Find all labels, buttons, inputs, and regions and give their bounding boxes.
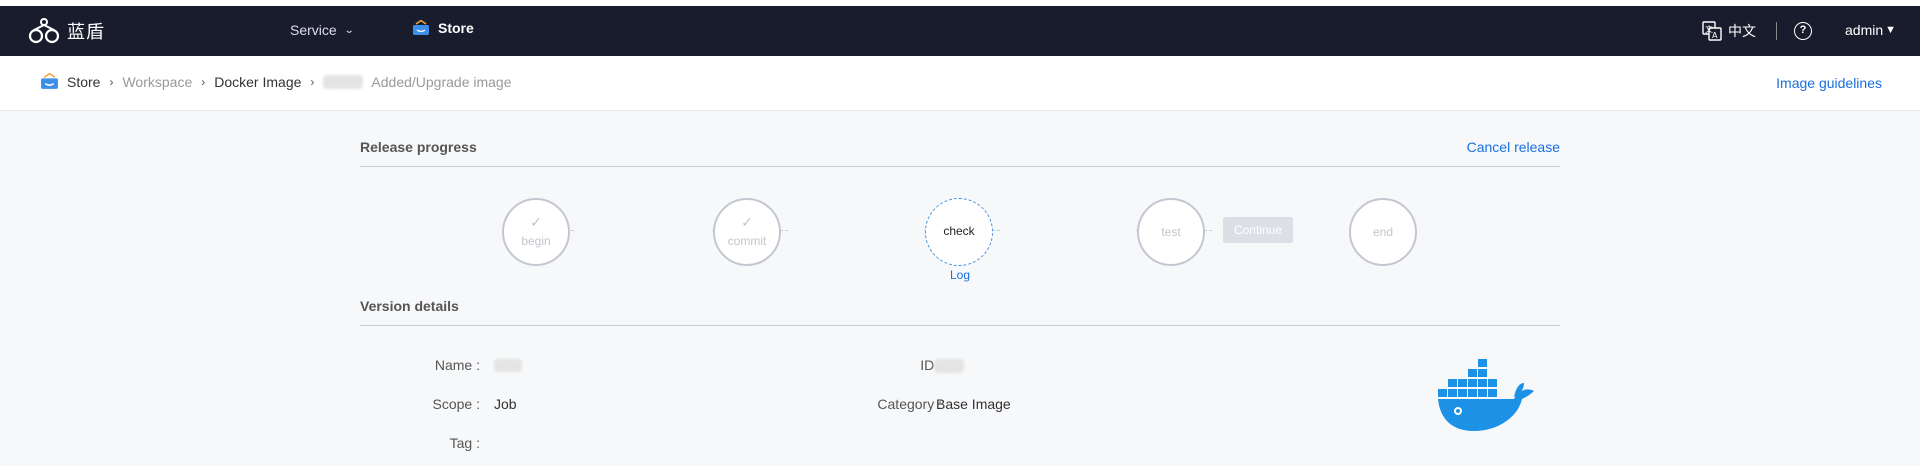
version-details-title: Version details (360, 298, 459, 314)
chevron-right-icon: › (310, 74, 315, 89)
continue-button[interactable]: Continue (1223, 217, 1293, 243)
nav-service-label: Service (290, 22, 337, 38)
nav-divider (1776, 22, 1777, 40)
help-icon[interactable]: ? (1794, 22, 1812, 40)
image-guidelines-link[interactable]: Image guidelines (1776, 75, 1882, 91)
logo-icon (28, 18, 60, 44)
id-label: ID : (920, 357, 942, 373)
store-basket-icon (413, 20, 429, 35)
redacted-name-value (494, 359, 522, 372)
check-icon: ✓ (530, 214, 542, 230)
store-basket-icon (41, 73, 58, 89)
step-check: check (925, 198, 993, 266)
step-begin-label: begin (521, 234, 551, 248)
user-name: admin (1845, 22, 1884, 38)
step-end-label: end (1372, 225, 1394, 239)
step-commit: ✓ commit (713, 198, 781, 266)
scope-value: Job (494, 396, 517, 412)
step-commit-label: commit (727, 234, 767, 248)
category-value: Base Image (936, 396, 1011, 412)
tag-label: Tag : (449, 435, 480, 451)
logo-text: 蓝盾 (67, 22, 105, 42)
chevron-right-icon: › (201, 74, 206, 89)
app-logo[interactable]: 蓝盾 (27, 16, 105, 46)
redacted-id-value (934, 359, 964, 373)
breadcrumb-current: Added/Upgrade image (371, 73, 512, 90)
user-menu[interactable]: admin ▼ (1845, 22, 1896, 38)
nav-store-link[interactable]: Store (412, 20, 474, 36)
svg-text:A: A (1712, 31, 1718, 40)
name-label: Name : (434, 357, 480, 373)
category-label: Category : (877, 396, 942, 412)
breadcrumb-docker-image[interactable]: Docker Image (214, 74, 301, 90)
redacted-image-name (323, 74, 364, 89)
step-test: test (1137, 198, 1205, 266)
scope-label: Scope : (432, 396, 480, 412)
breadcrumb: Store › Workspace › Docker Image › Added… (40, 73, 512, 90)
step-begin: ✓ begin (502, 198, 570, 266)
step-end: end (1349, 198, 1417, 266)
breadcrumb-workspace[interactable]: Workspace (122, 74, 192, 90)
language-switch[interactable]: 文 A 中文 (1702, 21, 1756, 41)
release-progress-title: Release progress (360, 139, 477, 155)
translate-icon: 文 A (1702, 21, 1722, 41)
chevron-right-icon: › (109, 74, 114, 89)
top-navbar: 蓝盾 Service ⌄ Store 文 A 中文 ? admin ▼ (0, 6, 1920, 56)
caret-down-icon: ▼ (1885, 24, 1897, 36)
section-divider (360, 325, 1560, 326)
step-check-label: check (943, 224, 975, 238)
check-icon: ✓ (741, 214, 753, 230)
nav-service-menu[interactable]: Service ⌄ (290, 22, 355, 38)
docker-logo-icon (1438, 359, 1534, 431)
cancel-release-link[interactable]: Cancel release (1467, 139, 1560, 155)
step-test-label: test (1161, 225, 1181, 239)
breadcrumb-bar: Store › Workspace › Docker Image › Added… (0, 56, 1920, 111)
section-divider (360, 166, 1560, 167)
chevron-down-icon: ⌄ (343, 24, 355, 36)
breadcrumb-store[interactable]: Store (67, 74, 100, 90)
log-link[interactable]: Log (950, 268, 970, 282)
nav-store-label: Store (438, 20, 474, 36)
language-label: 中文 (1728, 23, 1756, 39)
